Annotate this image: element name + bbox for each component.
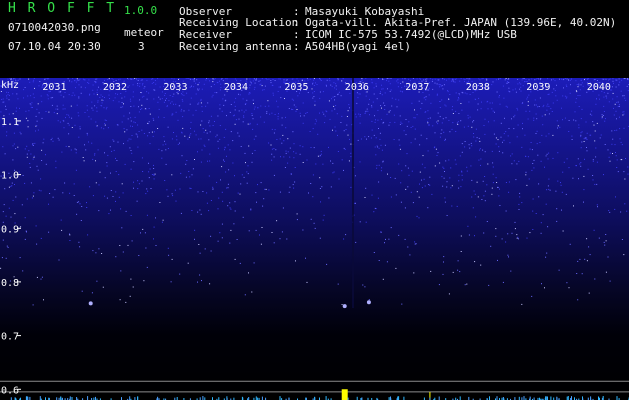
antenna-sep: : (293, 40, 300, 53)
vertical-streak (351, 78, 354, 308)
time-label-2040: 2040 (587, 82, 611, 93)
meteor-label: meteor (124, 26, 164, 39)
meteor-burst (341, 389, 348, 400)
antenna-value: A504HB(yagi 4el) (305, 40, 411, 53)
meteor-count: 3 (138, 40, 145, 53)
time-marker-layer (351, 78, 354, 308)
antenna-label: Receiving antenna (179, 40, 292, 53)
time-label-2039: 2039 (526, 82, 550, 93)
spectrogram-plot: kHz 1.1 1.0 0.9 0.8 0.7 0.6 2031 2032 2033 2034 20… (0, 78, 629, 400)
app-version: 1.0.0 (124, 4, 158, 17)
meteor-echo-1 (88, 301, 93, 306)
time-label-2038: 2038 (466, 82, 490, 93)
time-label-2031: 2031 (42, 82, 66, 93)
time-label-2037: 2037 (405, 82, 429, 93)
noise-layer (0, 78, 629, 400)
time-label-2036: 2036 (345, 82, 369, 93)
y-tick-label-0.6: 0.6 (1, 385, 19, 396)
y-tick-label-0.9: 0.9 (1, 224, 19, 235)
time-label-2033: 2033 (163, 82, 187, 93)
y-tick-label-0.8: 0.8 (1, 278, 19, 289)
y-tick-label-0.7: 0.7 (1, 332, 19, 343)
time-label-2034: 2034 (224, 82, 248, 93)
app-name: H R O F F T (8, 1, 117, 16)
datetime: 07.10.04 20:30 (8, 40, 101, 53)
noise-background (0, 78, 629, 400)
y-axis-unit-label: kHz (1, 80, 19, 91)
time-label-2032: 2032 (103, 82, 127, 93)
meteor-echo-0 (342, 304, 347, 309)
filename: 0710042030.png (8, 21, 101, 34)
hroft-spectrogram-window: H R O F F T 1.0.0 0710042030.png meteor … (0, 0, 629, 400)
time-label-2035: 2035 (284, 82, 308, 93)
y-tick-label-1.0: 1.0 (1, 171, 19, 182)
meteor-echo-2 (366, 300, 371, 305)
y-tick-label-1.1: 1.1 (1, 117, 19, 128)
